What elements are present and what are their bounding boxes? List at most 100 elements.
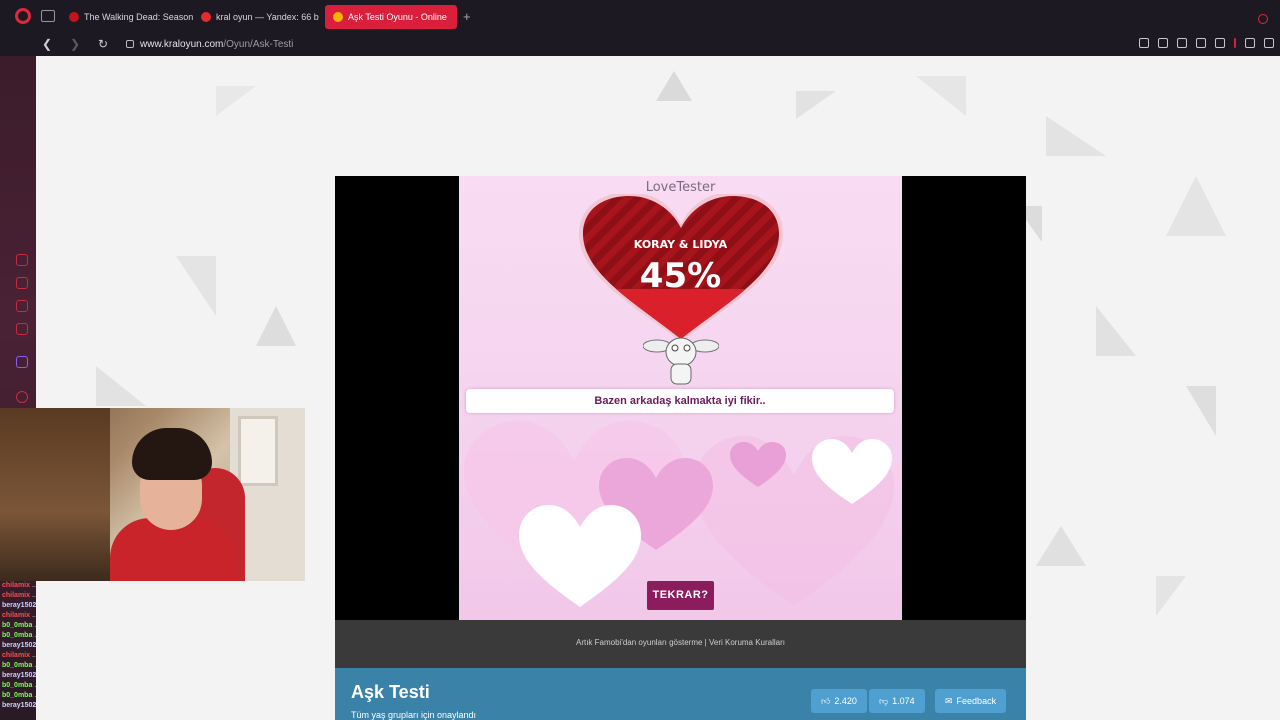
tab-search-icon[interactable] bbox=[1258, 14, 1268, 24]
replay-button[interactable]: TEKRAR? bbox=[647, 581, 714, 610]
bg-triangle bbox=[176, 256, 216, 316]
streamer-hair bbox=[132, 428, 212, 480]
like-button[interactable]: 👍︎ 2.420 bbox=[811, 689, 867, 713]
tab-favicon-icon bbox=[333, 12, 343, 22]
play-icon[interactable] bbox=[1196, 38, 1206, 48]
history-icon[interactable] bbox=[16, 254, 28, 266]
decor-heart-icon bbox=[812, 439, 892, 504]
chat-username: b0_0mba bbox=[2, 622, 35, 629]
tab-title: Aşk Testi Oyunu - Online bbox=[348, 12, 447, 22]
url-host: www.kraloyun.com bbox=[140, 38, 224, 50]
tab-title: The Walking Dead: Season bbox=[84, 12, 193, 22]
bg-triangle bbox=[256, 306, 296, 346]
chat-username: chilamix bbox=[2, 652, 32, 659]
love-percentage: 45% bbox=[639, 256, 722, 296]
bg-triangle bbox=[216, 86, 256, 116]
toolbar-separator bbox=[1234, 38, 1236, 48]
love-tester-game[interactable]: LoveTester KORAY & LIDYA 45% Bazen arkad… bbox=[459, 176, 902, 620]
snapshot-icon[interactable] bbox=[1158, 38, 1168, 48]
result-message: Bazen arkadaş kalmakta iyi fikir.. bbox=[466, 389, 894, 413]
extensions-icon[interactable] bbox=[1245, 38, 1255, 48]
tab-bar: The Walking Dead: Season kral oyun — Yan… bbox=[0, 0, 1280, 32]
chat-username: b0_0mba bbox=[2, 692, 35, 699]
shield-icon[interactable] bbox=[1177, 38, 1187, 48]
download-icon[interactable] bbox=[1264, 38, 1274, 48]
feedback-button[interactable]: ✉ Feedback bbox=[935, 689, 1007, 713]
couple-names: KORAY & LIDYA bbox=[633, 238, 728, 251]
chat-text: ... bbox=[34, 692, 41, 699]
game-frame[interactable]: LoveTester KORAY & LIDYA 45% Bazen arkad… bbox=[335, 176, 1026, 620]
web-page: LoveTester KORAY & LIDYA 45% Bazen arkad… bbox=[36, 56, 1280, 720]
chat-message: chilamix ... bbox=[0, 581, 200, 591]
webcam-shelf bbox=[0, 408, 110, 581]
love-tester-logo: LoveTester bbox=[645, 180, 716, 195]
messenger-icon[interactable] bbox=[16, 300, 28, 312]
stream-chat-overlay: chilamix ... chilamix ... beray1502 ... chi… bbox=[0, 581, 200, 720]
chat-text: ... bbox=[34, 622, 41, 629]
game-footer-links[interactable]: Artık Famobi'dan oyunları gösterme | Ver… bbox=[335, 620, 1026, 668]
game-title: Aşk Testi bbox=[351, 682, 430, 702]
bg-triangle bbox=[1036, 526, 1086, 566]
bg-triangle bbox=[916, 76, 966, 116]
tab-yandex[interactable]: kral oyun — Yandex: 66 b bbox=[193, 5, 325, 29]
twitch-icon[interactable] bbox=[16, 356, 28, 368]
tab-favicon-icon bbox=[201, 12, 211, 22]
settings-icon[interactable] bbox=[16, 391, 28, 403]
reload-button[interactable]: ↻ bbox=[94, 37, 112, 51]
chat-username: chilamix bbox=[2, 592, 32, 599]
opera-logo-icon[interactable] bbox=[15, 8, 31, 24]
lock-icon bbox=[126, 40, 134, 48]
bg-triangle bbox=[656, 71, 692, 101]
dislike-count: 1.074 bbox=[892, 696, 915, 706]
bg-triangle bbox=[1046, 116, 1106, 156]
webcam-streamer bbox=[110, 428, 235, 581]
url-path: /Oyun/Ask-Testi bbox=[223, 38, 294, 50]
chat-text: ... bbox=[38, 702, 45, 709]
bg-triangle bbox=[1156, 576, 1186, 616]
flow-icon[interactable] bbox=[16, 277, 28, 289]
workspaces-icon[interactable] bbox=[41, 10, 55, 22]
tab-title: kral oyun — Yandex: 66 b bbox=[216, 12, 319, 22]
webcam-overlay bbox=[0, 408, 305, 581]
chat-username: chilamix bbox=[2, 582, 32, 589]
chat-text: ... bbox=[38, 642, 45, 649]
tab-walking-dead[interactable]: The Walking Dead: Season bbox=[61, 5, 193, 29]
chat-username: beray1502 bbox=[2, 702, 39, 709]
dislike-button[interactable]: 👎︎ 1.074 bbox=[869, 689, 925, 713]
chat-username: b0_0mba bbox=[2, 662, 35, 669]
back-button[interactable]: ❮ bbox=[38, 37, 56, 51]
toolbar-icons bbox=[1139, 38, 1274, 48]
chat-text: ... bbox=[31, 582, 38, 589]
new-tab-button[interactable]: + bbox=[463, 9, 471, 24]
chat-username: b0_0mba bbox=[2, 632, 35, 639]
chat-message: b0_0mba ... bbox=[0, 661, 200, 671]
url-field[interactable]: www.kraloyun.com/Oyun/Ask-Testi bbox=[140, 39, 293, 50]
tab-favicon-icon bbox=[69, 12, 79, 22]
pin-icon[interactable] bbox=[1139, 38, 1149, 48]
chat-message: chilamix ... bbox=[0, 651, 200, 661]
chat-text: ... bbox=[31, 612, 38, 619]
heart-icon[interactable] bbox=[1215, 38, 1225, 48]
tab-ask-testi[interactable]: Aşk Testi Oyunu - Online bbox=[325, 5, 457, 29]
chat-message: b0_0mba ... bbox=[0, 621, 200, 631]
webcam-window bbox=[238, 416, 278, 486]
video-icon[interactable] bbox=[16, 323, 28, 335]
feedback-label: Feedback bbox=[956, 696, 997, 706]
chat-message: b0_0mba ... bbox=[0, 681, 200, 691]
chat-message: beray1502 ... bbox=[0, 641, 200, 651]
like-count: 2.420 bbox=[834, 696, 857, 706]
chat-text: ... bbox=[38, 602, 45, 609]
forward-button[interactable]: ❯ bbox=[66, 37, 84, 51]
game-rating-note: Tüm yaş grupları için onaylandı bbox=[351, 710, 477, 720]
chat-text: ... bbox=[31, 652, 38, 659]
chat-username: beray1502 bbox=[2, 642, 39, 649]
chat-text: ... bbox=[34, 682, 41, 689]
chat-text: ... bbox=[38, 672, 45, 679]
chat-text: ... bbox=[34, 632, 41, 639]
decor-heart-icon bbox=[730, 442, 786, 487]
chat-username: beray1502 bbox=[2, 602, 39, 609]
chat-text: ... bbox=[31, 592, 38, 599]
address-bar: ❮ ❯ ↻ www.kraloyun.com/Oyun/Ask-Testi bbox=[0, 32, 1280, 56]
bunny-mascot-icon bbox=[643, 337, 719, 385]
envelope-icon: ✉ bbox=[945, 696, 953, 706]
